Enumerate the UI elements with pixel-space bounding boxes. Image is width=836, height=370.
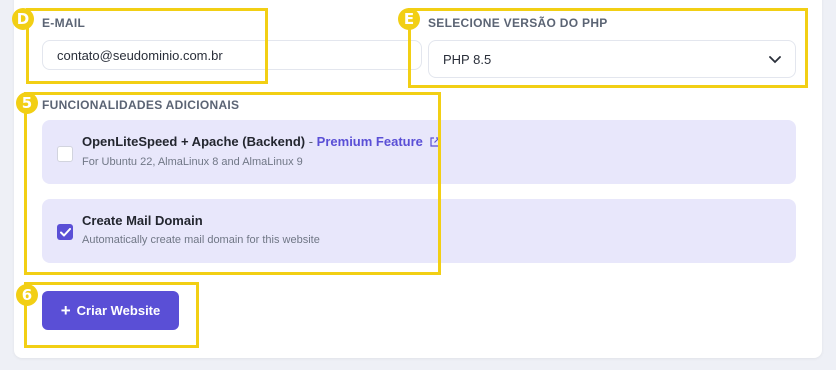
annotation-badge-e: E <box>398 8 420 30</box>
annotation-badge-6: 6 <box>16 284 38 306</box>
highlight-box-e <box>408 8 808 88</box>
highlight-box-d <box>26 8 268 84</box>
highlight-box-5 <box>24 92 441 275</box>
annotation-badge-d: D <box>12 8 34 30</box>
annotation-badge-5: 5 <box>16 92 38 114</box>
highlight-box-6 <box>24 282 199 348</box>
